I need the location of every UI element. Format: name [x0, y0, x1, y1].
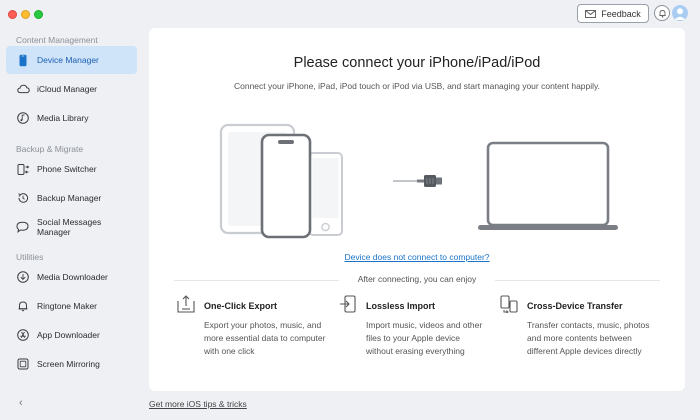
feature-description-line: without erasing everything	[366, 346, 465, 356]
cloud-icon	[16, 82, 30, 96]
import-icon	[340, 295, 356, 313]
sidebar-item-label: App Downloader	[37, 330, 100, 340]
export-icon	[177, 295, 195, 313]
window-maximize-button[interactable]	[34, 10, 43, 19]
connect-illustration	[219, 123, 618, 239]
transfer-icon	[500, 295, 518, 313]
feature-description-line: Transfer contacts, music, photos	[527, 320, 650, 330]
mail-icon	[585, 9, 597, 18]
main-panel: Please connect your iPhone/iPad/iPod Con…	[149, 28, 685, 391]
after-connecting-label: After connecting, you can enjoy	[357, 274, 477, 284]
download-icon	[16, 270, 30, 284]
bell-icon	[16, 299, 30, 313]
feature-description-line: with one click	[204, 346, 255, 356]
title-bar: Feedback	[0, 0, 700, 28]
sidebar-item-screen-mirroring[interactable]: Screen Mirroring	[6, 350, 137, 378]
music-note-icon	[16, 111, 30, 125]
device-icon	[16, 53, 30, 67]
ipod-illustration	[308, 152, 343, 236]
divider-line-right	[495, 280, 660, 281]
feature-title: Cross-Device Transfer	[527, 301, 623, 311]
phone-switch-icon	[16, 162, 30, 176]
after-connecting-divider: After connecting, you can enjoy	[174, 274, 660, 286]
feature-description-line: different Apple devices directly	[527, 346, 642, 356]
sidebar-item-app-downloader[interactable]: App Downloader	[6, 321, 137, 349]
section-label-utilities: Utilities	[16, 252, 44, 262]
sidebar-item-label: iCloud Manager	[37, 84, 98, 94]
section-label-backup-migrate: Backup & Migrate	[16, 144, 84, 154]
user-icon	[674, 8, 686, 20]
sidebar-item-social-messages-manager[interactable]: Social Messages Manager	[6, 213, 137, 241]
backup-icon	[16, 191, 30, 205]
notification-bell-icon	[658, 9, 666, 18]
window-close-button[interactable]	[8, 10, 17, 19]
page-subtitle: Connect your iPhone, iPad, iPod touch or…	[233, 81, 601, 91]
device-not-connecting-link[interactable]: Device does not connect to computer?	[149, 252, 685, 262]
page-title: Please connect your iPhone/iPad/iPod	[293, 55, 541, 71]
sidebar-item-phone-switcher[interactable]: Phone Switcher	[6, 155, 137, 183]
usb-cable-illustration	[393, 175, 442, 187]
feature-description: Import music, videos and other files to …	[366, 319, 494, 358]
laptop-illustration	[478, 141, 618, 230]
sidebar-item-label: Ringtone Maker	[37, 301, 98, 311]
feature-description: Transfer contacts, music, photos and mor…	[527, 319, 655, 358]
sidebar-item-icloud-manager[interactable]: iCloud Manager	[6, 75, 137, 103]
sidebar-item-label: Screen Mirroring	[37, 359, 100, 369]
sidebar-item-label: Media Downloader	[37, 272, 108, 282]
sidebar-item-label: Device Manager	[37, 55, 99, 65]
feature-description-line: Export your photos, music, and	[204, 320, 322, 330]
sidebar: Content Management Device Manager iCloud…	[0, 28, 145, 420]
feature-description-line: files to your Apple device	[366, 333, 461, 343]
user-avatar[interactable]	[672, 5, 688, 21]
collapse-sidebar-icon[interactable]: ‹	[19, 397, 23, 409]
feedback-label: Feedback	[601, 8, 641, 19]
feature-description: Export your photos, music, and more esse…	[204, 319, 332, 358]
notification-button[interactable]	[654, 5, 670, 21]
sidebar-item-label: Social Messages Manager	[36, 217, 102, 237]
feature-title: Lossless Import	[366, 301, 436, 311]
sidebar-item-label: Phone Switcher	[37, 164, 97, 174]
sidebar-item-device-manager[interactable]: Device Manager	[6, 46, 137, 74]
sidebar-item-label: Media Library	[37, 113, 89, 123]
sidebar-item-media-library[interactable]: Media Library	[6, 104, 137, 132]
feature-description-line: and more contents between	[527, 333, 632, 343]
section-label-content-management: Content Management	[16, 35, 98, 45]
ios-tips-link[interactable]: Get more iOS tips & tricks	[149, 399, 247, 409]
window-minimize-button[interactable]	[21, 10, 30, 19]
feature-description-line: more essential data to computer	[204, 333, 326, 343]
feedback-button[interactable]: Feedback	[577, 4, 649, 23]
iphone-illustration	[260, 133, 312, 239]
screen-icon	[16, 357, 30, 371]
sidebar-item-media-downloader[interactable]: Media Downloader	[6, 263, 137, 291]
sidebar-item-backup-manager[interactable]: Backup Manager	[6, 184, 137, 212]
app-store-icon	[16, 328, 30, 342]
sidebar-item-label: Backup Manager	[37, 193, 102, 203]
chat-icon	[16, 220, 30, 234]
sidebar-item-ringtone-maker[interactable]: Ringtone Maker	[6, 292, 137, 320]
feature-description-line: Import music, videos and other	[366, 320, 483, 330]
feature-title: One-Click Export	[204, 301, 278, 311]
